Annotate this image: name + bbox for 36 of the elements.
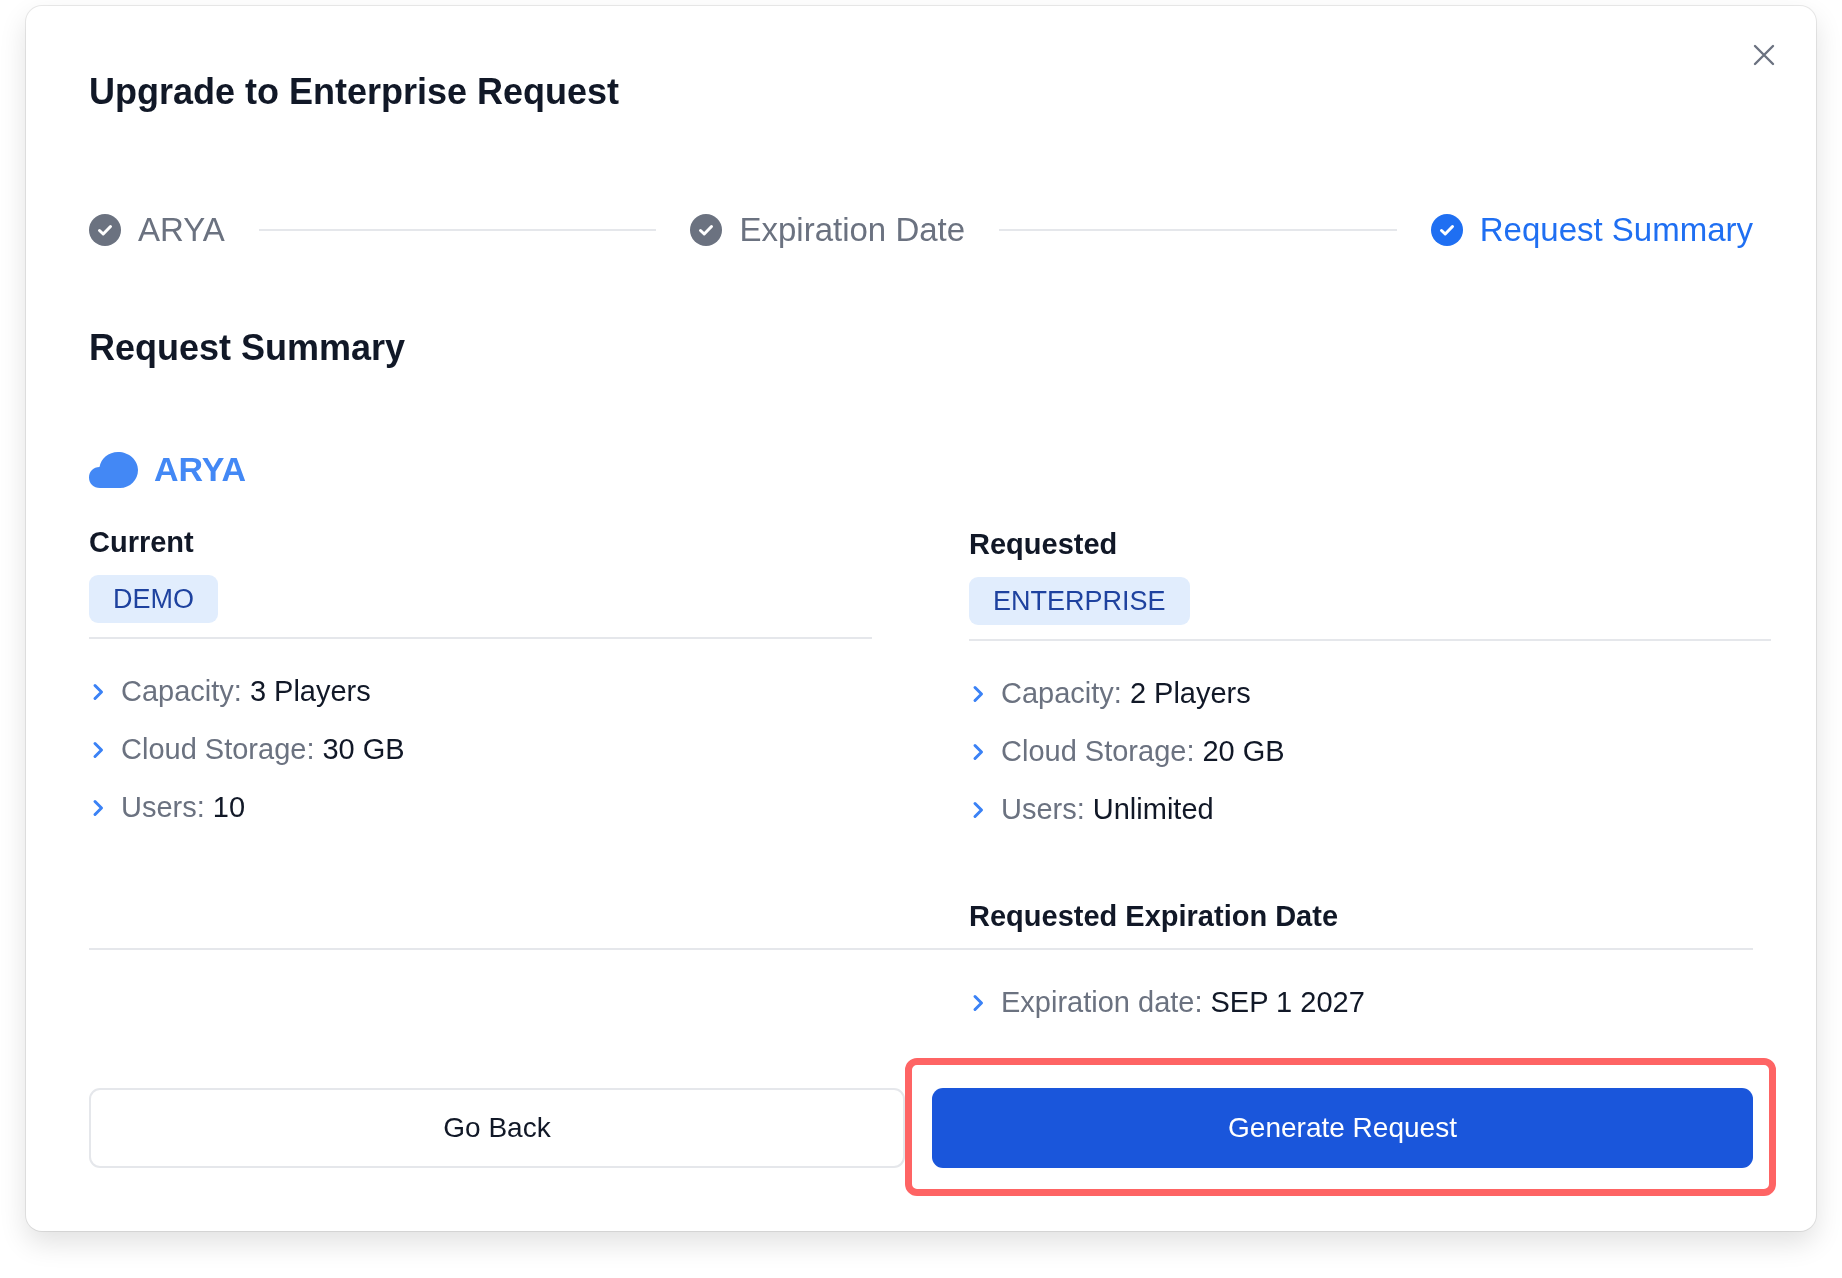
- feature-label: Cloud Storage:: [1001, 734, 1195, 769]
- column-heading: Current: [89, 525, 194, 560]
- feature-label: Users:: [121, 790, 205, 825]
- feature-label: Capacity:: [121, 674, 242, 709]
- step-label: ARYA: [138, 210, 225, 250]
- chevron-right-icon: [92, 798, 104, 817]
- feature-value: 2 Players: [1129, 676, 1251, 711]
- chevron-right-icon: [972, 993, 984, 1012]
- product-name: ARYA: [154, 449, 246, 490]
- column-heading: Requested: [969, 527, 1118, 562]
- expiration-heading: Requested Expiration Date: [969, 899, 1339, 934]
- go-back-button[interactable]: Go Back: [89, 1088, 905, 1168]
- dialog-title: Upgrade to Enterprise Request: [89, 70, 620, 113]
- section-title: Request Summary: [89, 326, 406, 369]
- chevron-right-icon: [972, 800, 984, 819]
- feature-label: Users:: [1001, 792, 1085, 827]
- plan-tag: ENTERPRISE: [969, 577, 1190, 625]
- feature-value: Unlimited: [1092, 792, 1214, 827]
- feature-value: 30 GB: [322, 732, 405, 767]
- chevron-right-icon: [972, 742, 984, 761]
- feature-value: 20 GB: [1202, 734, 1285, 769]
- feature-value: 10: [212, 790, 246, 825]
- generate-request-button[interactable]: Generate Request: [932, 1088, 1753, 1168]
- feature-label: Expiration date:: [1001, 985, 1203, 1020]
- chevron-right-icon: [92, 682, 104, 701]
- feature-value: 3 Players: [249, 674, 371, 709]
- feature-label: Capacity:: [1001, 676, 1122, 711]
- step-label: Expiration Date: [739, 210, 966, 250]
- cloud-icon: [89, 451, 138, 488]
- feature-value: SEP 1 2027: [1210, 985, 1365, 1020]
- close-icon: [1752, 43, 1776, 67]
- chevron-right-icon: [972, 684, 984, 703]
- feature-label: Cloud Storage:: [121, 732, 315, 767]
- chevron-right-icon: [92, 740, 104, 759]
- step-label: Request Summary: [1479, 210, 1753, 250]
- plan-tag: DEMO: [89, 575, 218, 623]
